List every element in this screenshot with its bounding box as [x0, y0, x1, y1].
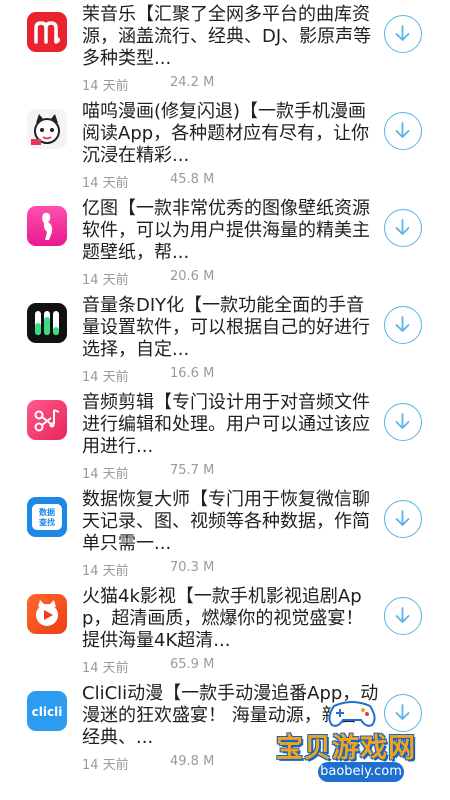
watermark-url: baobeiy.com [318, 762, 404, 782]
huomao-4k-video-icon[interactable] [27, 594, 67, 634]
list-item[interactable]: 数据 查找 数据恢复大师【专门用于恢复微信聊天记录、图、视频等各种数据，作简单只… [0, 485, 450, 582]
download-button[interactable] [384, 597, 422, 635]
download-button[interactable] [384, 209, 422, 247]
miaowu-comics-icon[interactable] [27, 109, 67, 149]
watermark: 宝贝游戏网 baobeiy.com [270, 692, 450, 800]
file-size: 65.9 M [170, 657, 215, 672]
gamepad-icon [328, 701, 376, 727]
list-item[interactable]: 火猫4k影视【一款手机影视追剧App，超清画质，燃爆你的视觉盛宴！ 提供海量4K… [0, 582, 450, 679]
update-time: 14 天前 [82, 564, 129, 579]
download-button[interactable] [384, 15, 422, 53]
watermark-title: 宝贝游戏网 [276, 733, 416, 764]
download-arrow-icon [395, 413, 410, 429]
update-time: 14 天前 [82, 661, 129, 676]
download-arrow-icon [395, 219, 410, 235]
app-description: 音频剪辑【专门设计用于对音频文件进行编辑和处理。用户可以通过该应用进行... [82, 392, 370, 457]
download-button[interactable] [384, 112, 422, 150]
download-button[interactable] [384, 403, 422, 441]
data-recovery-icon[interactable]: 数据 查找 [27, 497, 67, 537]
app-description: 火猫4k影视【一款手机影视追剧App，超清画质，燃爆你的视觉盛宴！ 提供海量4K… [82, 586, 364, 651]
icon-text-line1: 数据 [39, 507, 55, 517]
app-description: 喵呜漫画(修复闪退)【一款手机漫画阅读App，各种题材应有尽有，让你沉浸在精彩.… [82, 101, 370, 166]
file-size: 20.6 M [170, 269, 215, 284]
download-arrow-icon [395, 25, 410, 41]
update-time: 14 天前 [82, 370, 129, 385]
list-item[interactable]: 音频剪辑【专门设计用于对音频文件进行编辑和处理。用户可以通过该应用进行... 1… [0, 388, 450, 485]
icon-text-line2: 查找 [39, 517, 55, 527]
file-size: 16.6 M [170, 366, 215, 381]
download-arrow-icon [395, 510, 410, 526]
update-time: 14 天前 [82, 273, 129, 288]
file-size: 49.8 M [170, 754, 215, 769]
volume-bar-diy-icon[interactable] [27, 303, 67, 343]
file-size: 24.2 M [170, 75, 215, 90]
file-size: 70.3 M [170, 560, 215, 575]
app-description: 茉音乐【汇聚了全网多平台的曲库资源，涵盖流行、经典、DJ、影原声等多种类型... [82, 4, 372, 69]
file-size: 75.7 M [170, 463, 215, 478]
list-item[interactable]: 茉音乐【汇聚了全网多平台的曲库资源，涵盖流行、经典、DJ、影原声等多种类型...… [0, 0, 450, 97]
download-arrow-icon [395, 607, 410, 623]
update-time: 14 天前 [82, 79, 129, 94]
file-size: 45.8 M [170, 172, 215, 187]
app-description: 音量条DIY化【一款功能全面的手音量设置软件，可以根据自己的好进行选择，自定..… [82, 295, 370, 360]
list-item[interactable]: 音量条DIY化【一款功能全面的手音量设置软件，可以根据自己的好进行选择，自定..… [0, 291, 450, 388]
list-item[interactable]: 亿图【一款非常优秀的图像壁纸资源软件，可以为用户提供海量的精美主题壁纸，帮...… [0, 194, 450, 291]
list-item[interactable]: 喵呜漫画(修复闪退)【一款手机漫画阅读App，各种题材应有尽有，让你沉浸在精彩.… [0, 97, 450, 194]
download-button[interactable] [384, 500, 422, 538]
download-arrow-icon [395, 316, 410, 332]
download-button[interactable] [384, 306, 422, 344]
icon-text: clicli [32, 705, 63, 719]
update-time: 14 天前 [82, 467, 129, 482]
app-description: 数据恢复大师【专门用于恢复微信聊天记录、图、视频等各种数据，作简单只需一... [82, 489, 370, 554]
clicli-anime-icon[interactable]: clicli [27, 691, 67, 731]
download-arrow-icon [395, 122, 410, 138]
audio-cut-icon[interactable] [27, 400, 67, 440]
update-time: 14 天前 [82, 758, 129, 773]
update-time: 14 天前 [82, 176, 129, 191]
moo-music-icon[interactable] [27, 12, 67, 52]
yitu-wallpaper-icon[interactable] [27, 206, 67, 246]
app-description: 亿图【一款非常优秀的图像壁纸资源软件，可以为用户提供海量的精美主题壁纸，帮... [82, 198, 370, 263]
